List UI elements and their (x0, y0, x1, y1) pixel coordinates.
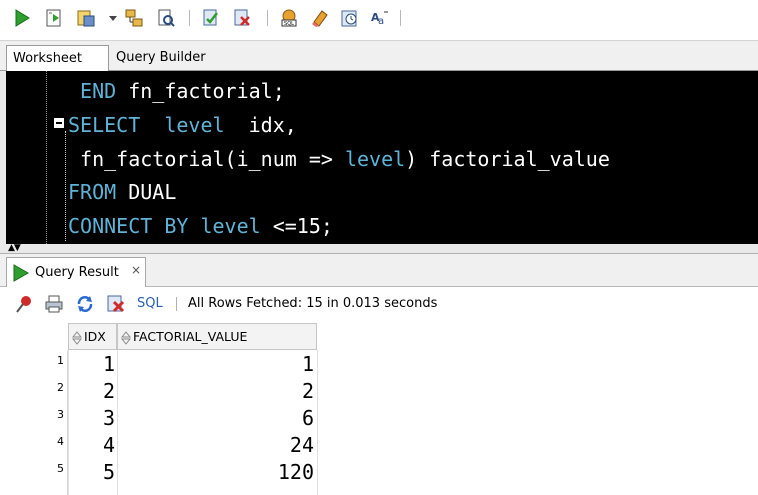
sql-identifier: DUAL (128, 180, 177, 204)
pane-splitter[interactable]: ▲▼ (0, 244, 758, 254)
toolbar-separator (400, 10, 401, 26)
sql-keyword: level (344, 147, 406, 171)
tab-query-result[interactable]: Query Result × (6, 257, 146, 287)
code-fold-toggle[interactable] (54, 118, 64, 128)
cancel-query-icon[interactable] (106, 294, 126, 314)
cell-idx[interactable]: 2 (70, 379, 115, 403)
cell-idx[interactable]: 5 (70, 460, 115, 484)
table-row[interactable]: 111 (0, 350, 758, 377)
run-script-icon[interactable] (44, 8, 64, 28)
main-toolbar: SQL Aa (0, 0, 758, 40)
sql-history-icon[interactable] (340, 8, 360, 28)
print-icon[interactable] (44, 294, 64, 314)
format-icon[interactable]: Aa (370, 8, 390, 28)
unshared-sql-icon[interactable]: SQL (279, 8, 299, 28)
cell-idx[interactable]: 1 (70, 352, 115, 376)
sql-keyword: END (68, 79, 129, 103)
dropdown-arrow-icon[interactable] (103, 8, 117, 28)
column-header-idx[interactable]: IDX (68, 323, 117, 350)
result-tab-bar: Query Result × (0, 254, 758, 287)
sql-identifier: idx, (248, 113, 297, 137)
rollback-icon[interactable] (232, 8, 252, 28)
fetch-status: All Rows Fetched: 15 in 0.013 seconds (188, 296, 438, 311)
sql-keyword: SELECT level (68, 113, 249, 137)
sql-keyword: CONNECT BY level (68, 214, 273, 238)
worksheet-tab-bar: Worksheet Query Builder (0, 40, 758, 72)
row-number: 4 (57, 435, 64, 448)
sql-tuning-advisor-icon[interactable] (156, 8, 176, 28)
grid-header: IDX FACTORIAL_VALUE (0, 321, 758, 350)
svg-text:SQL: SQL (284, 21, 294, 27)
query-result-label: Query Result (35, 265, 119, 280)
cell-factorial-value[interactable]: 120 (119, 460, 314, 484)
cell-factorial-value[interactable]: 2 (119, 379, 314, 403)
code-line[interactable]: CONNECT BY level <=15; (68, 214, 333, 238)
sort-icon (72, 330, 82, 345)
editor-gutter (46, 71, 47, 244)
code-line[interactable]: SELECT level idx, (68, 113, 297, 137)
sort-icon (121, 330, 131, 345)
row-number: 1 (57, 354, 64, 367)
sql-editor[interactable]: END fn_factorial; SELECT level idx, fn_fa… (0, 71, 758, 244)
pin-icon[interactable] (14, 294, 34, 314)
cell-factorial-value[interactable]: 1 (119, 352, 314, 376)
cell-factorial-value[interactable]: 6 (119, 406, 314, 430)
run-statement-icon[interactable] (12, 8, 32, 28)
row-number: 5 (57, 462, 64, 475)
cell-idx[interactable]: 3 (70, 406, 115, 430)
table-row[interactable]: 222 (0, 377, 758, 404)
toolbar-separator (176, 297, 177, 311)
table-row[interactable]: 336 (0, 404, 758, 431)
autotrace-icon[interactable] (76, 8, 96, 28)
run-result-icon (11, 264, 31, 285)
clear-eraser-icon[interactable] (310, 8, 330, 28)
column-label: IDX (84, 329, 106, 344)
fold-guide (65, 131, 66, 241)
svg-text:a: a (378, 16, 384, 27)
sql-identifier: <=15; (272, 214, 333, 238)
explain-plan-icon[interactable] (124, 8, 144, 28)
table-row[interactable]: 5 5 120 (0, 458, 758, 485)
splitter-arrows-icon[interactable]: ▲▼ (8, 244, 21, 253)
close-icon[interactable]: × (131, 263, 141, 277)
code-line[interactable]: END fn_factorial; (68, 79, 285, 103)
sql-link[interactable]: SQL (137, 296, 163, 311)
row-number: 2 (57, 381, 64, 394)
code-line[interactable]: FROM DUAL (68, 180, 176, 204)
sql-identifier: ) factorial_value (405, 147, 610, 171)
sql-keyword: FROM (68, 180, 129, 204)
toolbar-separator (267, 10, 268, 26)
table-row[interactable]: 4 4 24 (0, 431, 758, 458)
row-number: 3 (57, 408, 64, 421)
result-toolbar: SQL All Rows Fetched: 15 in 0.013 second… (0, 287, 758, 321)
cell-factorial-value[interactable]: 24 (119, 433, 314, 457)
grid-corner (6, 323, 68, 350)
refresh-icon[interactable] (75, 294, 95, 314)
tab-query-builder[interactable]: Query Builder (110, 45, 212, 72)
commit-icon[interactable] (201, 8, 221, 28)
tab-worksheet[interactable]: Worksheet (6, 45, 109, 72)
column-label: FACTORIAL_VALUE (133, 329, 248, 344)
column-header-factorial-value[interactable]: FACTORIAL_VALUE (117, 323, 317, 350)
cell-idx[interactable]: 4 (70, 433, 115, 457)
sql-identifier: fn_factorial(i_num => (68, 147, 345, 171)
result-grid: IDX FACTORIAL_VALUE 1 1 1 2 2 2 3 3 6 4 4 24 5 5 120 (0, 321, 758, 495)
code-line[interactable]: fn_factorial(i_num => level) factorial_v… (68, 147, 610, 171)
toolbar-separator (189, 10, 190, 26)
sql-identifier: fn_factorial; (128, 79, 285, 103)
